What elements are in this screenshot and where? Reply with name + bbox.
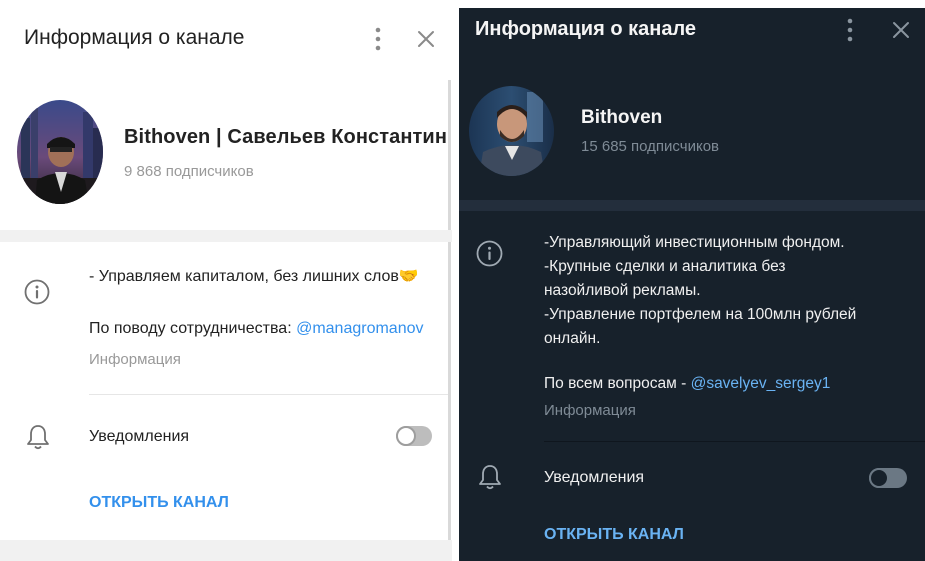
more-vertical-icon[interactable] [372,26,384,52]
questions-text: По всем вопросам - [544,375,691,392]
description-line: онлайн. [544,330,601,347]
info-icon [24,279,50,305]
description-line: -Крупные сделки и аналитика без [544,258,786,275]
more-vertical-icon[interactable] [844,17,856,43]
close-icon[interactable] [889,18,913,42]
notifications-label: Уведомления [544,469,645,486]
bell-icon [479,465,501,490]
toggle-knob [869,468,889,488]
description-line: -Управляющий инвестиционным фондом. [544,234,845,251]
close-icon[interactable] [414,27,438,51]
description-line: назойливой рекламы. [544,282,701,299]
open-channel-button[interactable]: ОТКРЫТЬ КАНАЛ [89,494,229,512]
cooperation-line: По поводу сотрудничества: @managromanov [89,320,424,338]
open-channel-button[interactable]: ОТКРЫТЬ КАНАЛ [544,526,684,544]
panel-title: Информация о канале [24,26,245,49]
notifications-label: Уведомления [89,428,190,445]
bell-icon [27,425,49,450]
section-divider [459,200,925,211]
section-divider-bottom [0,540,452,561]
channel-description: -Управляющий инвестиционным фондом. -Кру… [544,231,856,351]
top-strip [459,0,925,8]
channel-info-panel-light: Информация о канале Bithoven | Савельев … [0,0,452,561]
channel-name: Bithoven | Савельев Константин [124,126,447,148]
subscriber-count: 9 868 подписчиков [124,163,254,180]
notifications-toggle[interactable] [869,468,907,488]
info-label: Информация [544,402,636,419]
divider [89,394,448,395]
questions-line: По всем вопросам - @savelyev_sergey1 [544,375,830,393]
info-icon [476,240,503,267]
questions-link[interactable]: @savelyev_sergey1 [691,375,831,392]
cooperation-link[interactable]: @managromanov [296,320,423,337]
divider [544,441,925,442]
channel-name: Bithoven [581,107,663,128]
channel-description: - Управляем капиталом, без лишних слов🤝 [89,268,419,285]
cooperation-text: По поводу сотрудничества: [89,320,297,337]
section-divider [0,230,452,242]
subscriber-count: 15 685 подписчиков [581,138,720,155]
info-label: Информация [89,351,181,368]
scrollbar[interactable] [448,80,451,540]
notifications-toggle[interactable] [396,426,432,446]
channel-avatar [17,100,103,204]
channel-avatar [469,86,554,176]
description-line: -Управление портфелем на 100млн рублей [544,306,857,323]
toggle-knob [396,426,416,446]
panel-title: Информация о канале [475,18,697,40]
channel-info-panel-dark: Информация о канале Bithoven 15 685 подп… [459,0,925,561]
